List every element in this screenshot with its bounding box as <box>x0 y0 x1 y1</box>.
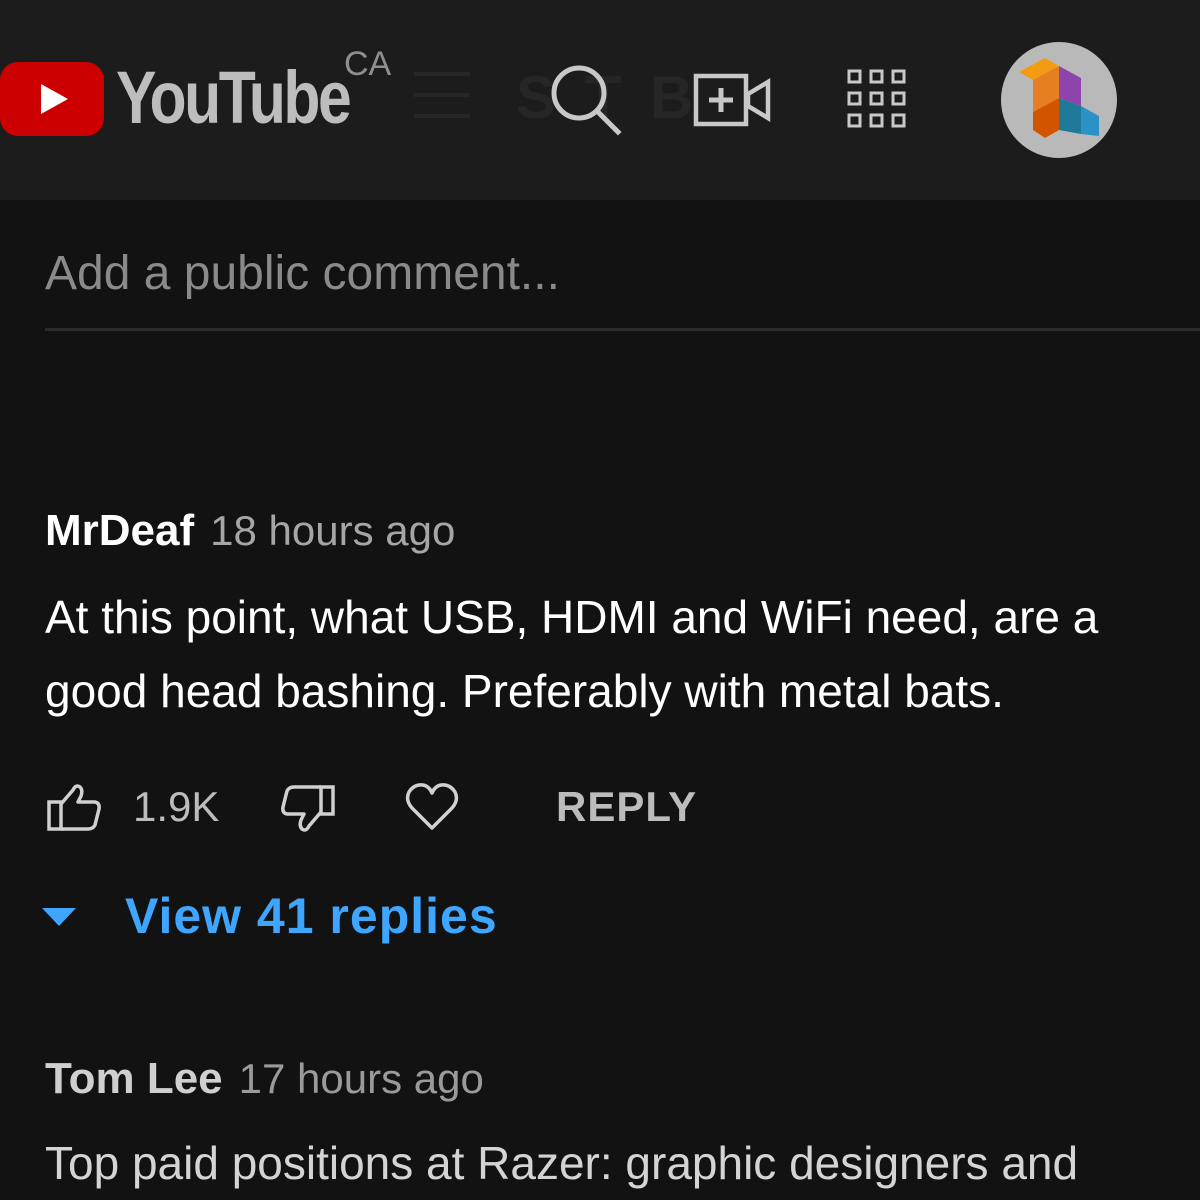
top-app-bar: YouTube CA S T B <box>0 0 1200 200</box>
youtube-comments-page: YouTube CA S T B Add a public comment...… <box>0 0 1200 1200</box>
thumbs-up-icon[interactable] <box>46 782 102 832</box>
youtube-play-logo-icon[interactable] <box>0 62 104 136</box>
comment-text: Top paid positions at Razer: graphic des… <box>45 1126 1195 1200</box>
like-count: 1.9K <box>133 783 220 830</box>
comment-author[interactable]: MrDeaf <box>45 506 194 555</box>
heart-icon[interactable] <box>405 782 459 832</box>
comment-timestamp[interactable]: 17 hours ago <box>239 1055 484 1102</box>
comment-text-line: Top paid positions at Razer: graphic des… <box>45 1137 1079 1189</box>
hamburger-menu-icon <box>414 72 470 118</box>
apps-grid-icon[interactable] <box>846 68 908 130</box>
comment-text-line: good head bashing. Preferably with metal… <box>45 665 1004 717</box>
comment-author[interactable]: Tom Lee <box>45 1054 223 1103</box>
search-icon[interactable] <box>548 62 624 138</box>
thumbs-down-icon[interactable] <box>280 784 336 834</box>
channel-avatar[interactable] <box>1001 42 1117 158</box>
comment-text: At this point, what USB, HDMI and WiFi n… <box>45 580 1195 728</box>
youtube-wordmark[interactable]: YouTube <box>116 58 352 138</box>
comment-text-line: At this point, what USB, HDMI and WiFi n… <box>45 591 1099 643</box>
caret-down-icon <box>42 908 76 926</box>
add-comment-input[interactable]: Add a public comment... <box>45 244 1200 331</box>
comment-header: MrDeaf 18 hours ago <box>45 506 455 556</box>
reply-button[interactable]: REPLY <box>556 782 697 832</box>
add-comment-placeholder: Add a public comment... <box>45 247 560 300</box>
comment-timestamp[interactable]: 18 hours ago <box>210 507 455 554</box>
channel-logo-icon <box>1019 58 1099 138</box>
comment-header: Tom Lee 17 hours ago <box>45 1054 484 1104</box>
country-code: CA <box>344 45 392 83</box>
view-replies-label: View 41 replies <box>125 888 498 944</box>
create-video-icon[interactable] <box>692 70 772 130</box>
